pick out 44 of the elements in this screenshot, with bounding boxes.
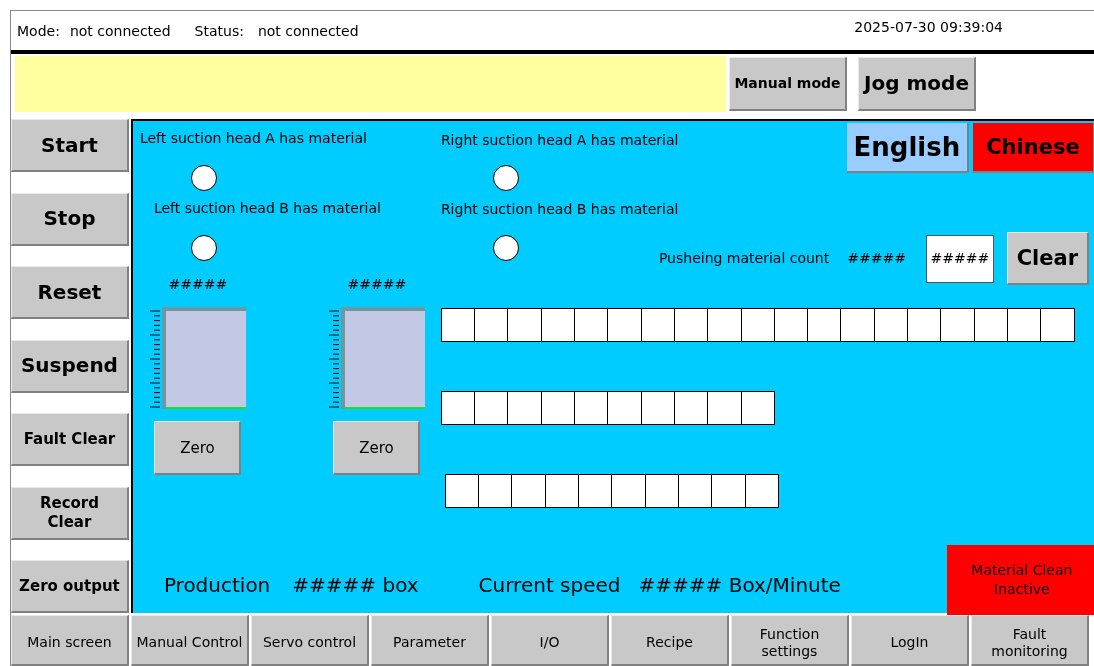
zero-button[interactable]: Zero: [154, 421, 242, 476]
side-button[interactable]: Stop: [11, 192, 129, 246]
zero-button[interactable]: Zero: [333, 421, 421, 476]
side-button[interactable]: Zero output: [11, 560, 129, 614]
nav-button[interactable]: Servo control: [251, 615, 369, 666]
status-value: not connected: [257, 22, 359, 42]
push-count-label: Pusheing material count: [658, 249, 830, 269]
status-label: Status:: [194, 22, 244, 42]
nav-button[interactable]: I/O: [491, 615, 609, 666]
nav-button[interactable]: Manual Control: [131, 615, 249, 666]
side-button[interactable]: Suspend: [11, 339, 129, 393]
nav-button[interactable]: Fault monitoring: [971, 615, 1089, 666]
side-button[interactable]: Fault Clear: [11, 413, 129, 467]
lamp-label: Right suction head B has material: [440, 200, 679, 220]
mode-value: not connected: [69, 22, 171, 42]
side-button[interactable]: Start: [11, 119, 129, 173]
push-count-value: #####: [847, 249, 906, 269]
production-value: ##### box: [292, 572, 419, 600]
count-input-field[interactable]: #####: [925, 234, 994, 283]
speed-label: Current speed: [478, 572, 621, 600]
nav-button[interactable]: Parameter: [371, 615, 489, 666]
jog-mode-button[interactable]: Jog mode: [858, 56, 976, 111]
lamp-label: Right suction head A has material: [440, 131, 679, 151]
side-button[interactable]: Reset: [11, 266, 129, 320]
production-label: Production: [163, 572, 271, 600]
lamp-label: Left suction head A has material: [139, 129, 367, 149]
datetime: 2025-07-30 09:39:04: [854, 17, 1003, 37]
lamp-label: Left suction head B has material: [153, 199, 381, 219]
nav-button[interactable]: LogIn: [851, 615, 969, 666]
scale-ticks-icon: [328, 309, 339, 410]
gauge-reading: #####: [168, 275, 228, 295]
language-button[interactable]: English: [846, 123, 969, 174]
manual-mode-button[interactable]: Manual mode: [729, 56, 847, 111]
scale-ticks-icon: [149, 309, 160, 410]
language-button[interactable]: Chinese: [972, 123, 1094, 174]
side-button[interactable]: Record Clear: [11, 486, 129, 540]
material-clean-indicator: Material Clean Inactive: [946, 545, 1094, 616]
nav-button[interactable]: Main screen: [11, 615, 129, 666]
speed-value: ##### Box/Minute: [638, 572, 841, 600]
nav-button[interactable]: Function settings: [731, 615, 849, 666]
clear-button[interactable]: Clear: [1006, 232, 1089, 286]
gauge-reading: #####: [347, 275, 407, 295]
nav-button[interactable]: Recipe: [611, 615, 729, 666]
mode-label: Mode:: [17, 22, 60, 42]
